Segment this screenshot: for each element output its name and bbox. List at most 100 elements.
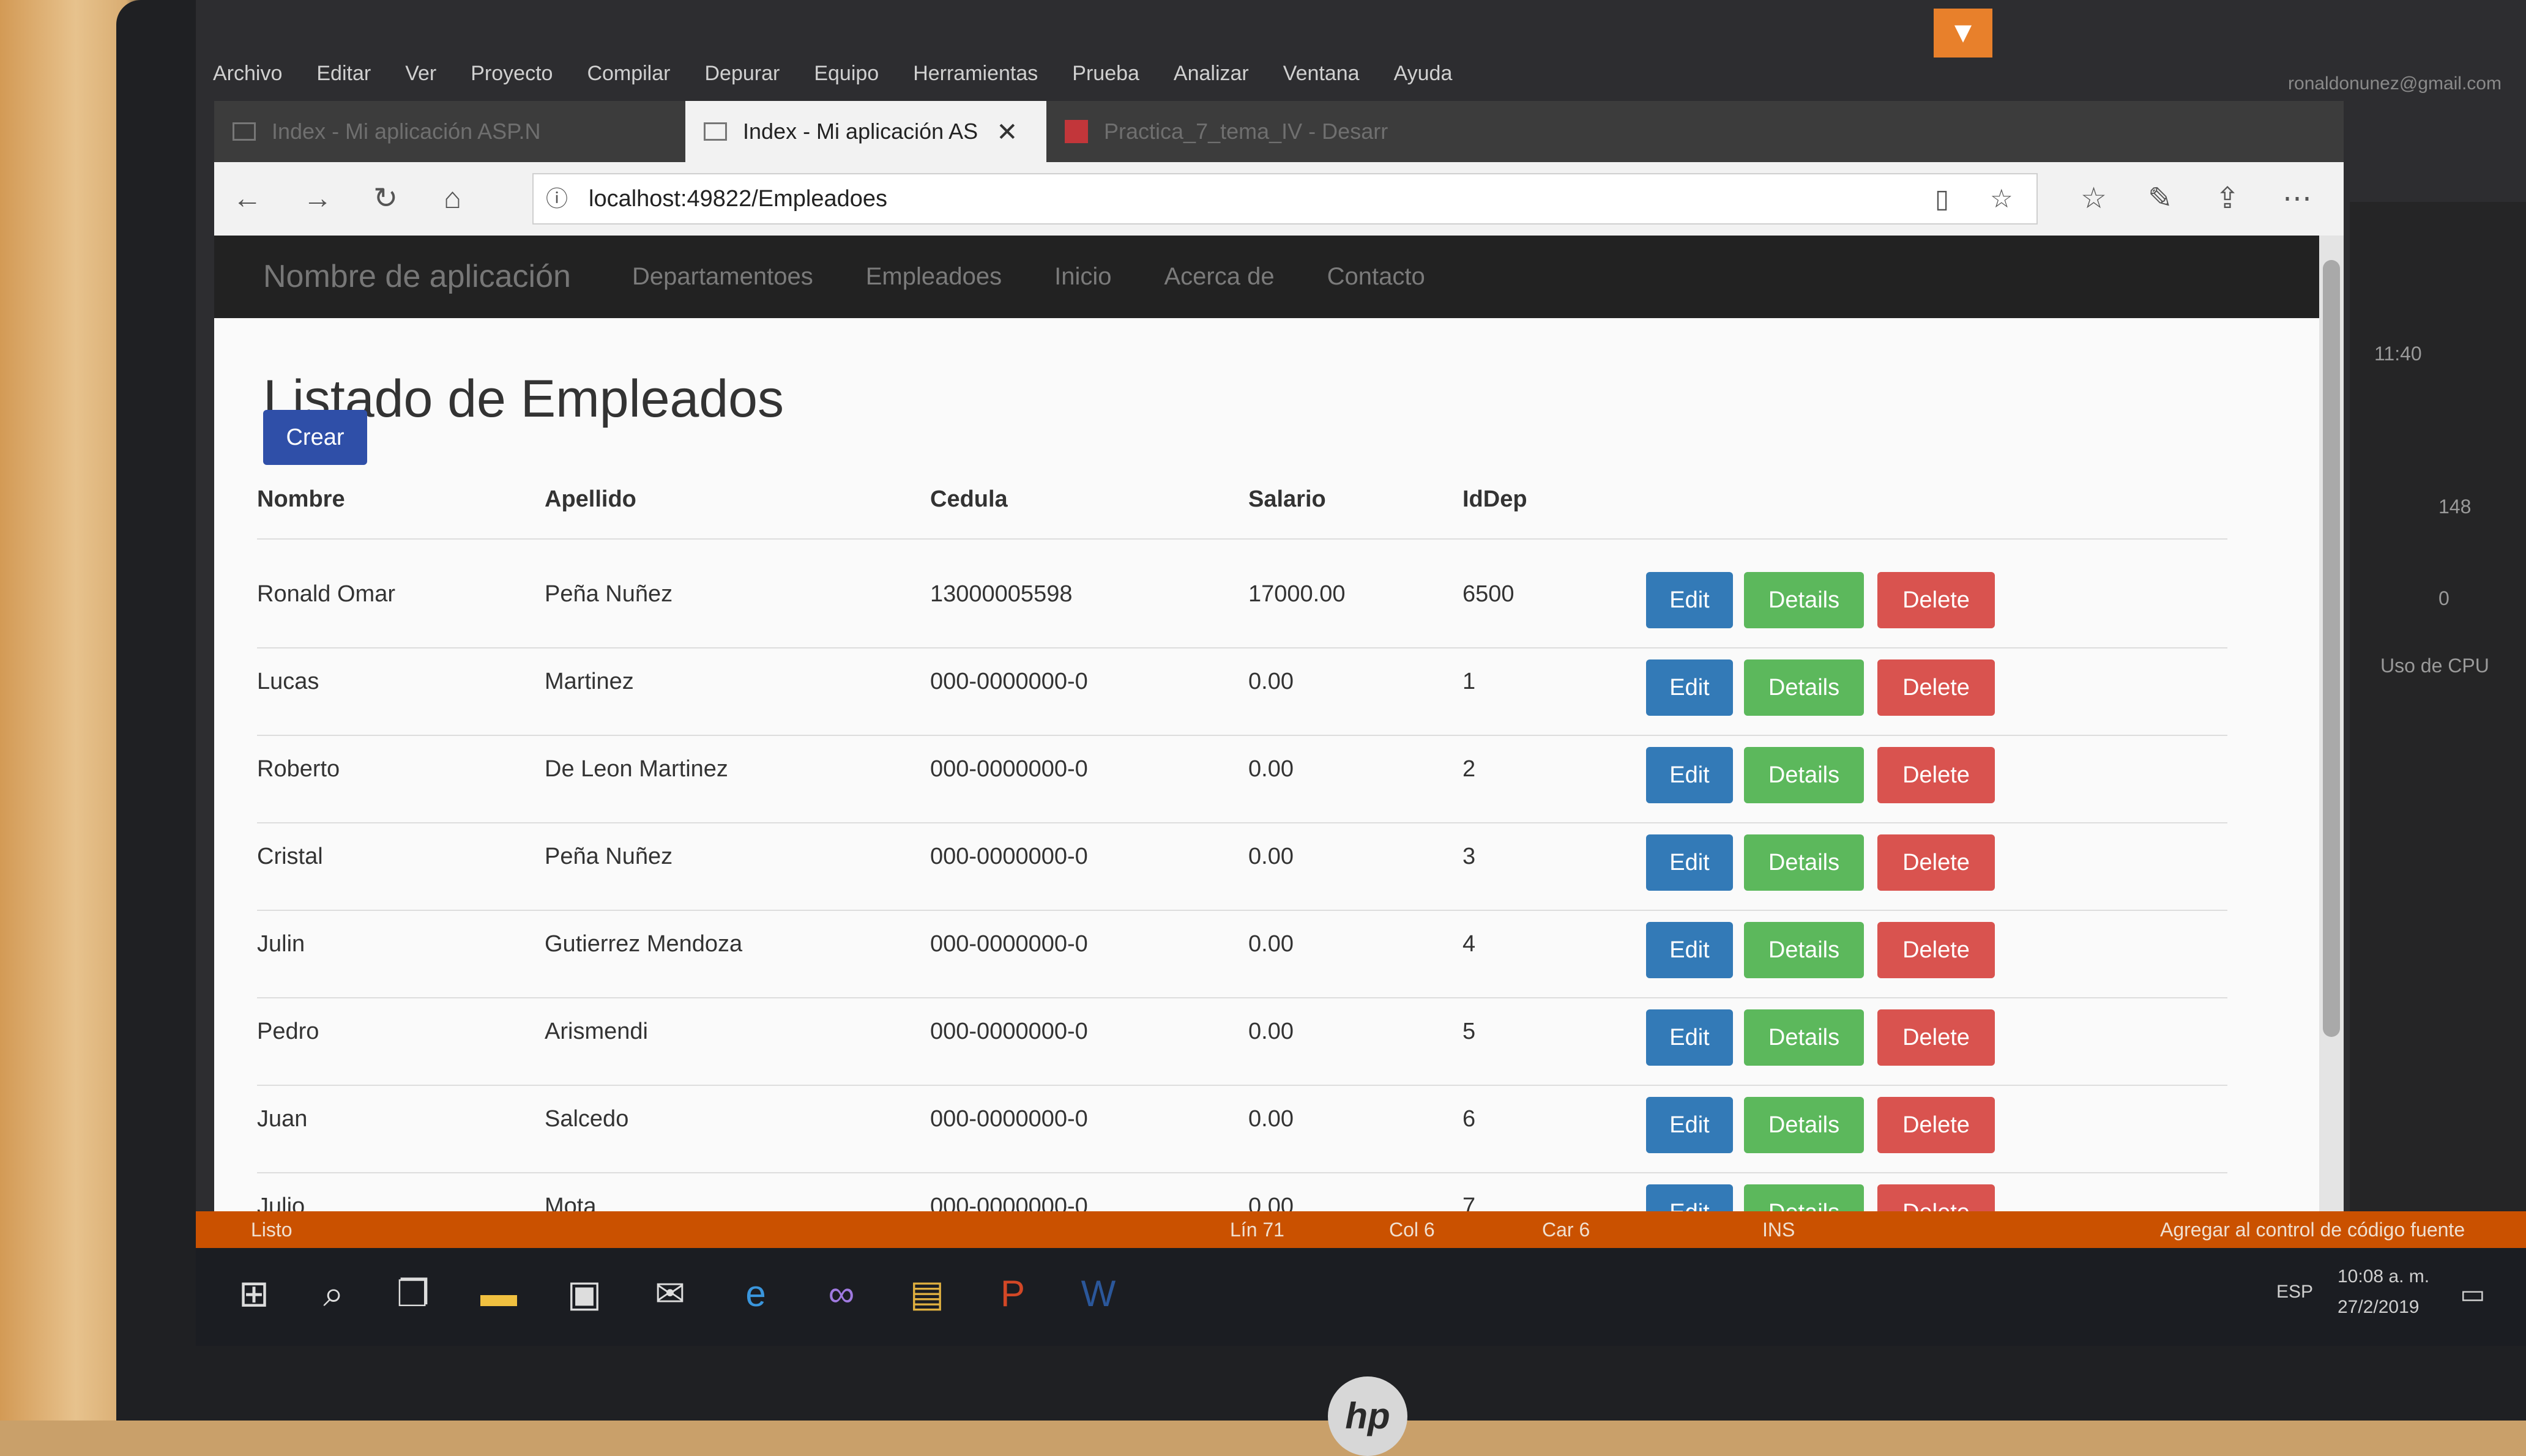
row-divider [257,1172,2227,1173]
mail-icon[interactable]: ✉ [643,1266,698,1321]
ide-menu-item[interactable]: Prueba [1055,55,1157,92]
store-icon[interactable]: ▣ [557,1266,612,1321]
ide-menu-item[interactable]: Depurar [687,55,797,92]
ide-menu-item[interactable]: Archivo [196,55,299,92]
page-scrollbar[interactable] [2319,236,2344,1220]
visual-studio-icon[interactable]: ∞ [814,1266,869,1321]
pen-icon[interactable]: ✎ [2148,162,2172,236]
panel-zero: 0 [2438,587,2450,609]
ide-status-bar: Listo Lín 71 Col 6 Car 6 INS Agregar al … [196,1211,2526,1248]
table-cell-cedula: 000-0000000-0 [930,931,1088,957]
column-header: Salario [1248,486,1326,512]
ide-menu-item[interactable]: Ver [388,55,453,92]
table-cell-cedula: 000-0000000-0 [930,756,1088,782]
sql-tools-icon[interactable]: ▤ [900,1266,955,1321]
share-icon[interactable]: ⇪ [2215,162,2240,236]
task-view-icon[interactable]: ❐ [386,1266,441,1321]
details-button[interactable]: Details [1744,747,1864,803]
row-divider [257,910,2227,911]
close-icon[interactable]: ✕ [996,117,1018,147]
status-col: Col 6 [1389,1219,1435,1241]
home-icon[interactable]: ⌂ [444,162,461,236]
nav-link[interactable]: Departamentoes [606,236,840,318]
table-cell-apellido: Peña Nuñez [545,844,673,869]
delete-button[interactable]: Delete [1877,922,1995,978]
address-bar-row: ← → ↻ ⌂ ⓘ localhost:49822/Empleadoes ▯ ☆… [214,162,2344,237]
favorites-icon[interactable]: ☆ [2081,162,2107,236]
browser-window: Index - Mi aplicación ASP.N Index - Mi a… [214,101,2344,1220]
panel-time: 11:40 [2374,343,2422,365]
column-header: Nombre [257,486,345,512]
details-button[interactable]: Details [1744,922,1864,978]
tab-title: Practica_7_tema_IV - Desarr [1104,119,1388,144]
tab-practica[interactable]: Practica_7_tema_IV - Desarr [1046,101,1487,162]
ide-menu-item[interactable]: Editar [299,55,388,92]
create-button[interactable]: Crear [263,410,367,465]
windows-start-icon[interactable]: ⊞ [226,1266,281,1321]
clock-time[interactable]: 10:08 a. m. [2338,1266,2429,1287]
ide-menu-item[interactable]: Herramientas [896,55,1055,92]
favorite-star-icon[interactable]: ☆ [1990,174,2013,223]
delete-button[interactable]: Delete [1877,659,1995,716]
panel-value: 148 [2438,496,2472,518]
edit-button[interactable]: Edit [1646,659,1733,716]
details-button[interactable]: Details [1744,834,1864,891]
edit-button[interactable]: Edit [1646,834,1733,891]
table-cell-iddep: 6 [1462,1106,1476,1132]
nav-links: Departamentoes Empleadoes Inicio Acerca de C… [606,236,1451,318]
nav-link[interactable]: Inicio [1028,236,1138,318]
clock-date[interactable]: 27/2/2019 [2338,1297,2419,1318]
edge-icon[interactable]: e [728,1266,783,1321]
file-explorer-icon[interactable]: ▬ [471,1266,526,1321]
web-page: Nombre de aplicación Departamentoes Emple… [214,236,2344,1220]
nav-link[interactable]: Acerca de [1138,236,1301,318]
delete-button[interactable]: Delete [1877,572,1995,628]
reading-view-icon[interactable]: ▯ [1935,174,1949,223]
table-cell-iddep: 4 [1462,931,1476,957]
back-icon[interactable]: ← [233,162,262,236]
tab-index-active[interactable]: Index - Mi aplicación AS ✕ [685,101,1046,162]
row-divider [257,822,2227,823]
filter-icon[interactable]: ▼ [1934,9,1992,58]
edit-button[interactable]: Edit [1646,1009,1733,1066]
nav-link[interactable]: Empleadoes [840,236,1028,318]
table-cell-salario: 0.00 [1248,1106,1294,1132]
word-icon[interactable]: W [1071,1266,1126,1321]
forward-icon[interactable]: → [303,162,332,236]
ide-menu-item[interactable]: Ventana [1266,55,1377,92]
notification-icon[interactable]: ▭ [2460,1279,2486,1310]
info-icon[interactable]: ⓘ [546,174,568,223]
details-button[interactable]: Details [1744,572,1864,628]
powerpoint-icon[interactable]: P [985,1266,1040,1321]
tab-title: Index - Mi aplicación AS [743,119,978,144]
delete-button[interactable]: Delete [1877,1097,1995,1153]
refresh-icon[interactable]: ↻ [373,162,398,236]
scroll-thumb[interactable] [2323,260,2340,1037]
delete-button[interactable]: Delete [1877,747,1995,803]
details-button[interactable]: Details [1744,659,1864,716]
search-icon[interactable]: ⌕ [306,1266,361,1321]
ide-menu-item[interactable]: Compilar [570,55,687,92]
delete-button[interactable]: Delete [1877,1009,1995,1066]
edit-button[interactable]: Edit [1646,922,1733,978]
status-line: Lín 71 [1230,1219,1284,1241]
source-control-button[interactable]: Agregar al control de código fuente [2160,1211,2465,1248]
cpu-usage-label: Uso de CPU [2380,655,2489,677]
brand-link[interactable]: Nombre de aplicación [263,236,571,318]
more-icon[interactable]: ⋯ [2282,162,2312,236]
ide-menu-item[interactable]: Equipo [797,55,896,92]
system-tray-language[interactable]: ESP [2276,1282,2313,1302]
delete-button[interactable]: Delete [1877,834,1995,891]
nav-link[interactable]: Contacto [1301,236,1451,318]
ide-menu-item[interactable]: Ayuda [1377,55,1470,92]
ide-menu-item[interactable]: Analizar [1157,55,1266,92]
details-button[interactable]: Details [1744,1009,1864,1066]
ide-menu-item[interactable]: Proyecto [453,55,570,92]
edit-button[interactable]: Edit [1646,1097,1733,1153]
edit-button[interactable]: Edit [1646,747,1733,803]
tab-index-1[interactable]: Index - Mi aplicación ASP.N [214,101,685,162]
details-button[interactable]: Details [1744,1097,1864,1153]
url-text[interactable]: localhost:49822/Empleadoes [589,174,887,223]
address-bar[interactable]: ⓘ localhost:49822/Empleadoes ▯ ☆ [532,173,2038,225]
edit-button[interactable]: Edit [1646,572,1733,628]
